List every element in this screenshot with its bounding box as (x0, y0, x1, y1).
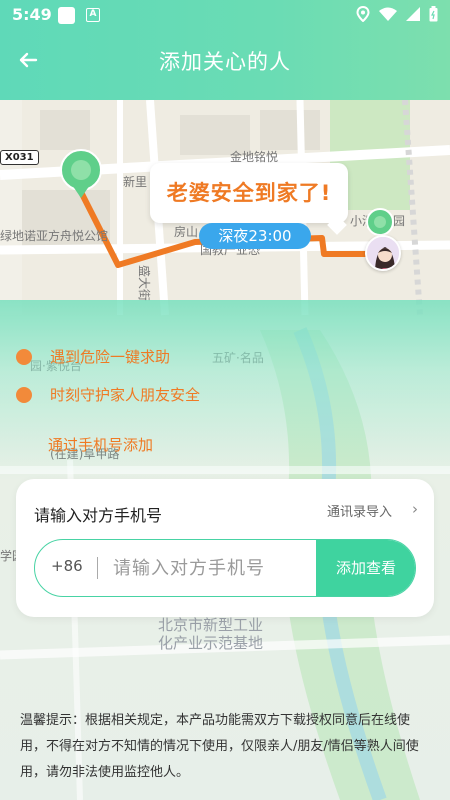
page-title: 添加关心的人 (159, 50, 291, 74)
svg-text:园: 园 (393, 214, 405, 228)
time-pill: 深夜23:00 (199, 223, 311, 249)
svg-text:绿地诺亚方舟悦公馆: 绿地诺亚方舟悦公馆 (0, 228, 108, 243)
arrival-bubble: 老婆安全到家了! (150, 163, 348, 223)
svg-text:金地铭悦: 金地铭悦 (230, 149, 278, 164)
add-view-button[interactable]: 添加查看 (316, 540, 415, 596)
contacts-import-button[interactable]: 通讯录导入 (327, 501, 392, 520)
card-title: 请输入对方手机号 (34, 506, 163, 525)
phone-input-group: +86 添加查看 (34, 539, 416, 597)
bullet-dot-icon (16, 348, 32, 365)
bullet-dot-icon (16, 386, 32, 403)
feature-guard-text: 时刻守护家人朋友安全 (50, 386, 201, 404)
svg-text:新里: 新里 (123, 174, 147, 189)
location-icon (356, 6, 370, 22)
road-number-tag: X031 (0, 150, 39, 165)
phone-input[interactable] (113, 552, 313, 584)
avatar (365, 235, 401, 271)
chevron-right-icon[interactable]: › (412, 500, 418, 518)
notice-text: 温馨提示：根据相关规定，本产品功能需双方下载授权同意后在线使用，不得在对方不知情… (20, 713, 419, 780)
country-code[interactable]: +86 (51, 557, 83, 575)
feature-guard: 时刻守护家人朋友安全 (16, 384, 200, 405)
app-notification-icon (58, 7, 75, 24)
status-time: 5:49 (12, 5, 52, 24)
status-bar: 5:49 A (0, 0, 450, 30)
feature-sos-text: 遇到危险一键求助 (50, 348, 171, 366)
signal-icon (406, 7, 420, 21)
battery-icon (429, 6, 438, 22)
svg-text:盛大街: 盛大街 (137, 265, 152, 301)
svg-text:房山: 房山 (174, 224, 198, 239)
svg-text:北京市新型工业: 北京市新型工业 (158, 616, 263, 634)
add-by-phone-link[interactable]: 通过手机号添加 (48, 434, 153, 455)
wifi-icon (379, 7, 397, 21)
add-contact-card: 请输入对方手机号 通讯录导入 › +86 添加查看 (16, 479, 434, 617)
feature-sos: 遇到危险一键求助 (16, 346, 170, 367)
arrival-bubble-text: 老婆安全到家了! (166, 181, 332, 205)
status-icons (356, 6, 438, 22)
svg-text:化产业示范基地: 化产业示范基地 (158, 634, 263, 652)
divider (97, 557, 98, 579)
app-a-icon: A (86, 8, 100, 22)
